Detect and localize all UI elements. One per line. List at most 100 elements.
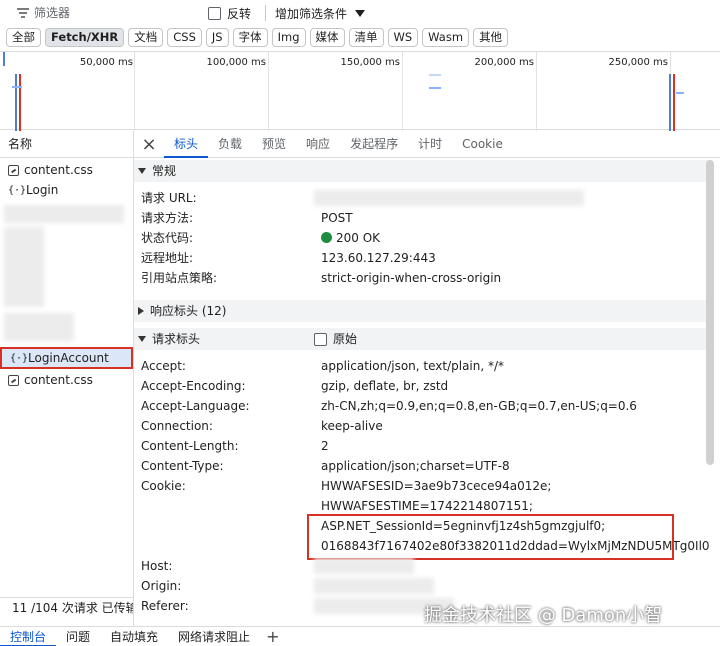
type-chip[interactable]: 其他 (473, 28, 509, 47)
timeline-gridline (134, 52, 135, 131)
stylesheet-icon (8, 164, 19, 176)
header-key: Host: (141, 559, 173, 573)
filter-input[interactable]: 筛选器 (34, 4, 194, 22)
timeline-tick-label: 50,000 ms (79, 57, 133, 68)
general-section-header[interactable]: 常规 (134, 160, 712, 182)
stylesheet-icon (8, 374, 19, 386)
drawer-tab[interactable]: 问题 (56, 627, 100, 646)
drawer-tab[interactable]: 自动填充 (100, 627, 168, 646)
drawer-tab[interactable]: 控制台 (0, 627, 57, 646)
watermark: 掘金技术社区 @ Damon小智 (424, 605, 663, 626)
response-headers-section-header[interactable]: 响应标头 (12) (134, 300, 712, 322)
type-chip[interactable]: 媒体 (309, 28, 345, 47)
status-code: 200 OK (321, 228, 380, 248)
raw-label: 原始 (333, 332, 358, 346)
status-ok-icon (321, 232, 332, 243)
drawer-tabbar: 控制台 问题 自动填充 网络请求阻止 + (0, 626, 720, 646)
timeline-request-bar (676, 92, 684, 94)
type-chip[interactable]: Fetch/XHR (45, 28, 125, 47)
header-value: 123.60.127.29:443 (321, 251, 436, 265)
timeline-tick-label: 150,000 ms (340, 57, 400, 68)
invert-checkbox[interactable] (208, 7, 221, 20)
header-value: gzip, deflate, br, zstd (321, 379, 449, 393)
request-details-pane: × 标头 负载 预览 响应 发起程序 计时 Cookie 常规 请求 URL: 请求方法: … (134, 131, 720, 626)
timeline-request-bar (12, 86, 22, 88)
header-key: Content-Length: (141, 439, 239, 453)
raw-toggle[interactable]: 原始 (314, 328, 357, 350)
triangle-down-icon (138, 168, 146, 174)
xhr-icon: {·} (10, 352, 29, 364)
more-filters-label: 增加筛选条件 (275, 7, 348, 21)
timeline-marker (673, 74, 675, 131)
filter-bar: 筛选器 反转 增加筛选条件 (0, 0, 720, 26)
request-name: content.css (24, 163, 93, 177)
details-tab[interactable]: 响应 (296, 131, 340, 158)
request-row[interactable]: content.css (0, 160, 133, 180)
invert-toggle[interactable]: 反转 (208, 5, 251, 22)
type-chip[interactable]: 字体 (232, 28, 268, 47)
details-tabbar: × 标头 负载 预览 响应 发起程序 计时 Cookie (134, 131, 720, 158)
details-tab[interactable]: 标头 (164, 131, 209, 158)
details-tab[interactable]: 发起程序 (340, 131, 408, 158)
details-tab[interactable]: 负载 (208, 131, 252, 158)
header-key: Referer: (141, 599, 189, 613)
type-chip[interactable]: WS (387, 28, 419, 47)
cookie-value: HWWAFSESID=3ae9b73cece94a012e; (321, 479, 552, 493)
redacted-region (4, 205, 124, 223)
request-list: 名称 content.css {·} Login {·} LoginAccoun… (0, 131, 134, 626)
redacted-region (314, 578, 434, 594)
type-chip[interactable]: JS (205, 28, 229, 47)
header-value: application/json;charset=UTF-8 (321, 459, 510, 473)
triangle-down-icon (138, 336, 146, 342)
redacted-url (314, 190, 584, 206)
header-key: 远程地址: (141, 251, 194, 265)
details-tab[interactable]: 预览 (252, 131, 296, 158)
details-tab[interactable]: Cookie (452, 131, 513, 158)
type-chip[interactable]: 清单 (348, 28, 384, 47)
redacted-region (314, 558, 414, 574)
drawer-tab[interactable]: 网络请求阻止 (168, 627, 260, 646)
header-value: application/json, text/plain, */* (321, 359, 505, 373)
request-headers-title: 请求标头 (152, 332, 201, 346)
details-tab[interactable]: 计时 (408, 131, 452, 158)
request-name: Login (26, 183, 59, 197)
request-row[interactable]: {·} Login (0, 180, 133, 200)
type-chip[interactable]: 全部 (6, 28, 41, 47)
redacted-region (4, 227, 44, 307)
request-row[interactable]: content.css (0, 370, 133, 390)
request-row-selected[interactable]: {·} LoginAccount (0, 347, 133, 369)
header-key: Cookie: (141, 479, 186, 493)
header-key: Accept: (141, 359, 186, 373)
timeline-overview[interactable]: 50,000 ms 100,000 ms 150,000 ms 200,000 … (0, 51, 720, 131)
timeline-tick-label: 250,000 ms (608, 57, 668, 68)
type-chip[interactable]: 文档 (128, 28, 164, 47)
cookie-highlight-box (307, 514, 674, 560)
timeline-marker (19, 74, 21, 131)
status-code-text: 200 OK (336, 231, 381, 245)
raw-checkbox[interactable] (314, 332, 327, 346)
timeline-marker (3, 52, 5, 66)
xhr-icon: {·} (8, 184, 27, 196)
type-chip[interactable]: Wasm (422, 28, 470, 47)
header-value: POST (321, 211, 353, 225)
request-name: content.css (24, 373, 93, 387)
header-key: 请求方法: (141, 211, 194, 225)
type-filter-chips: 全部 Fetch/XHR 文档 CSS JS 字体 Img 媒体 清单 WS Wasm 其他 (6, 28, 509, 48)
request-headers-section-header[interactable]: 请求标头 原始 (134, 328, 712, 350)
header-key: Content-Type: (141, 459, 224, 473)
close-icon[interactable]: × (134, 131, 164, 158)
header-key: Origin: (141, 579, 182, 593)
details-scrollbar[interactable] (706, 160, 714, 465)
timeline-request-bar (429, 87, 441, 89)
more-filters-dropdown[interactable]: 增加筛选条件 (275, 5, 366, 22)
request-name: LoginAccount (28, 351, 109, 365)
type-chip[interactable]: Img (271, 28, 306, 47)
header-key: Accept-Language: (141, 399, 250, 413)
timeline-gridline (402, 52, 403, 131)
type-chip[interactable]: CSS (167, 28, 202, 47)
add-tab-icon[interactable]: + (260, 627, 285, 646)
header-key: 引用站点策略: (141, 271, 218, 285)
timeline-request-bar (429, 74, 441, 76)
header-value: strict-origin-when-cross-origin (321, 271, 502, 285)
name-column-header[interactable]: 名称 (0, 131, 133, 158)
